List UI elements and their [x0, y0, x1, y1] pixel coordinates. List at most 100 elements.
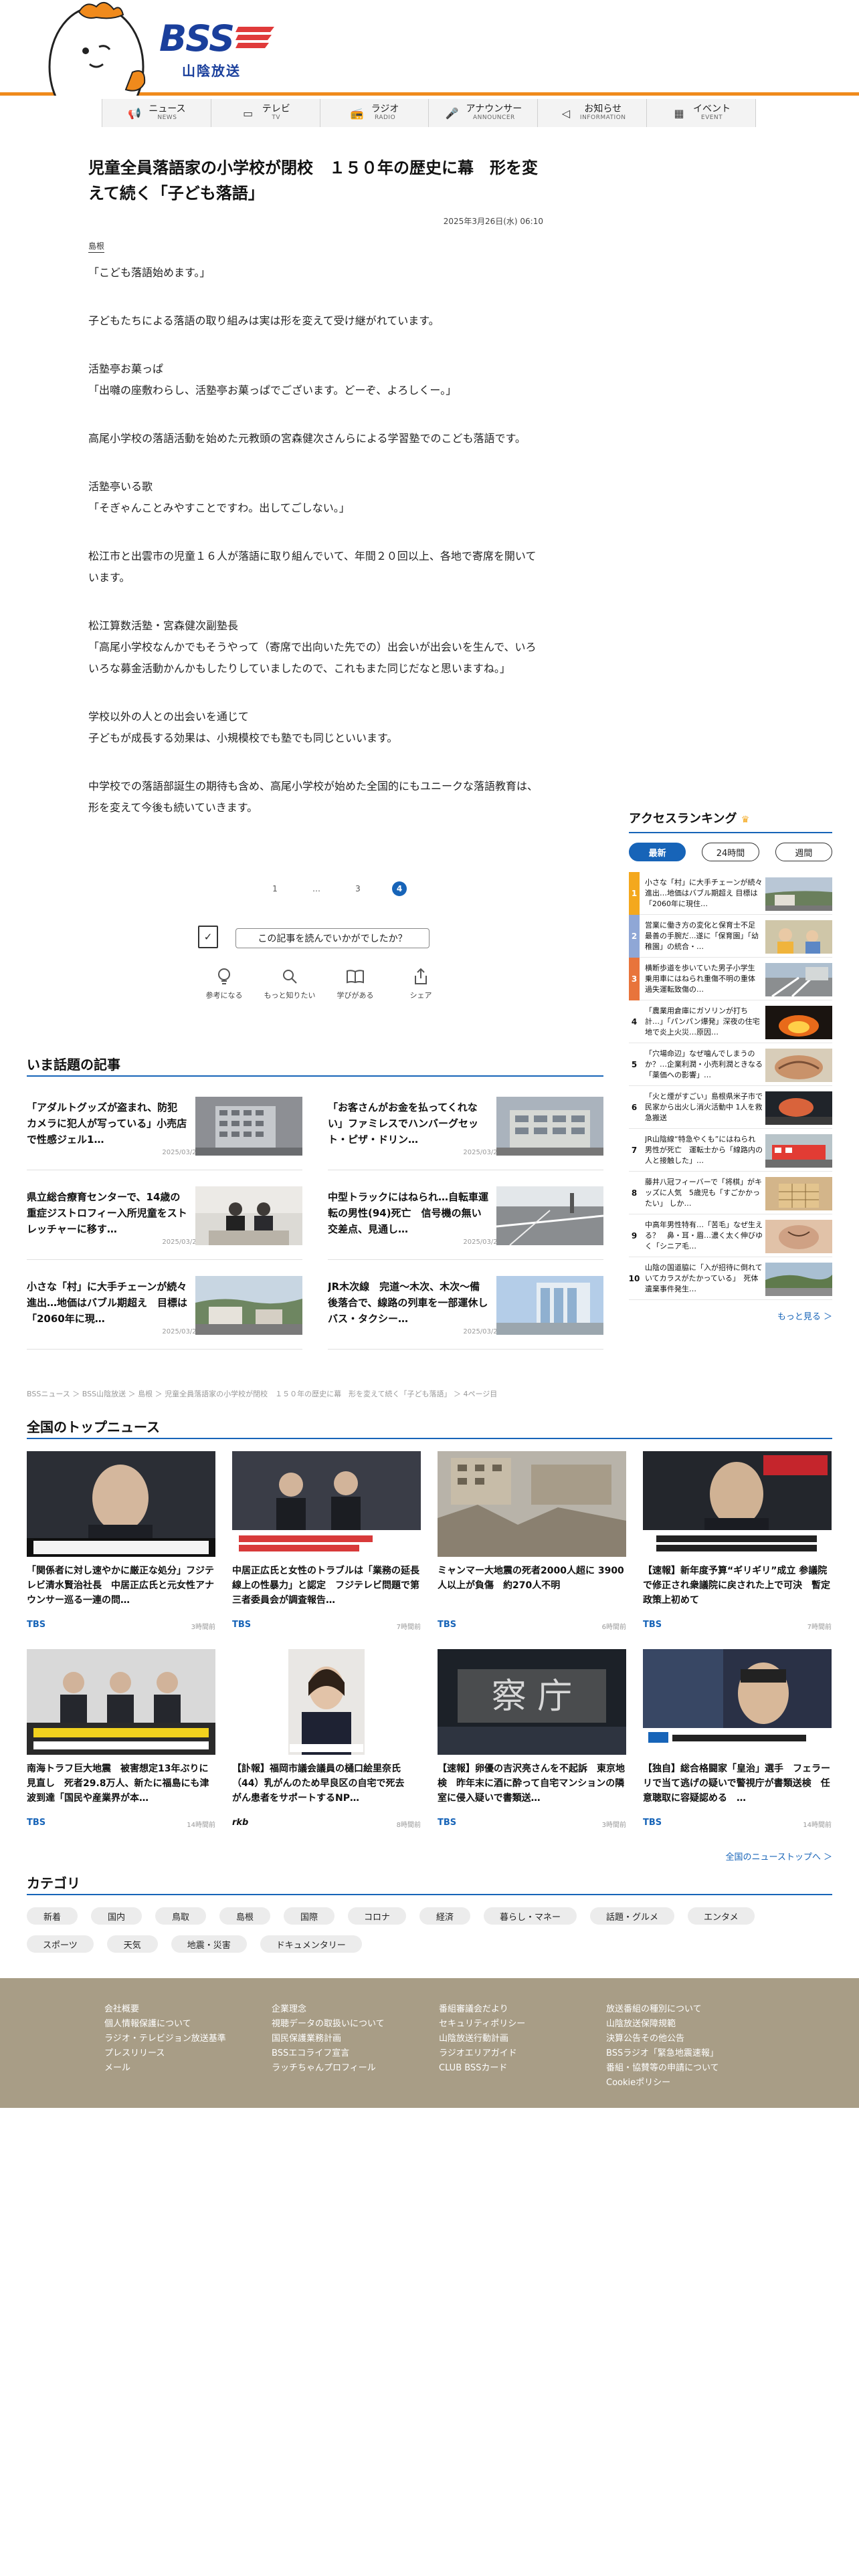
footer-link[interactable]: 山陰放送行動計画	[439, 2032, 525, 2046]
breadcrumb[interactable]: BSSニュース ＞ BSS山陰放送 ＞ 島根 ＞ 児童全員落語家の小学校が閉校 …	[27, 1388, 497, 1399]
news-card[interactable]: 「関係者に対し速やかに厳正な処分」フジテレビ清水賢治社長 中居正広氏と元女性アナ…	[27, 1451, 215, 1645]
thumbnail-image	[438, 1451, 626, 1557]
footer-link[interactable]: 企業理念	[272, 2002, 385, 2017]
thumbnail-image	[496, 1276, 603, 1335]
category-chip[interactable]: 暮らし・マネー	[484, 1907, 577, 1925]
page-root: BSS 山陰放送 📢 ニュース NEWS ▭ テレビ TV 📻 ラジオ RADIO 🎤…	[0, 0, 859, 2576]
reaction-helpful-button[interactable]: 参考になる	[198, 967, 250, 1000]
ranking-item[interactable]: 7 JR山陰線“特急やくも”にはねられ男性が死亡 運転士から「線路内の人と接触した…	[629, 1129, 832, 1172]
logo-stripes-icon	[235, 27, 274, 48]
trending-item[interactable]: 県立総合療育センターで、14歳の重症ジストロフィー入所児童をストレッチャーに移す…	[27, 1186, 302, 1260]
footer-link[interactable]: CLUB BSSカード	[439, 2061, 525, 2076]
tab-24h[interactable]: 24時間	[702, 843, 759, 861]
lightbulb-icon	[215, 967, 233, 986]
page-link-1[interactable]: 1	[268, 881, 282, 896]
category-chip[interactable]: 鳥取	[155, 1907, 206, 1925]
microphone-icon: 🎤	[445, 106, 459, 120]
trending-divider	[27, 1075, 603, 1077]
ranking-item[interactable]: 5 「穴場命辺」なぜ噛んでしまうのか？…企業利潤・小売利潤ときなる「薬価への影響」…	[629, 1043, 832, 1086]
ranking-item[interactable]: 6 「火と煙がすごい」島根県米子市で民家から出火し消火活動中 1人を救急搬送	[629, 1086, 832, 1129]
footer-link[interactable]: ラジオ・テレビジョン放送基準	[104, 2032, 226, 2046]
footer-link[interactable]: メール	[104, 2061, 226, 2076]
footer-link[interactable]: 会社概要	[104, 2002, 226, 2017]
thumbnail-image	[765, 1049, 832, 1082]
feedback-question: この記事を読んでいかがでしたか？	[235, 928, 430, 948]
news-card[interactable]: 【訃報】福岡市議会議員の樋口絵里奈氏（44）乳がんのため早良区の自宅で死去 がん…	[232, 1649, 421, 1843]
footer-link[interactable]: BSSラジオ「緊急地震速報」	[606, 2046, 719, 2061]
ranking-item[interactable]: 3 横断歩道を歩いていた男子小学生 乗用車にはねられ重傷不明の重体 過失運転致傷の…	[629, 958, 832, 1000]
footer-link[interactable]: Cookieポリシー	[606, 2076, 719, 2090]
ranking-item[interactable]: 2 営業に働き方の変化と保育士不足 最善の手腕だ...遂に「保育園」「幼稚園」の統…	[629, 915, 832, 958]
thumbnail-image	[765, 1134, 832, 1168]
nav-information[interactable]: ◁ お知らせ INFORMATION	[538, 99, 648, 127]
bss-logo[interactable]: BSS 山陰放送	[155, 16, 276, 83]
footer-link[interactable]: 番組・協賛等の申請について	[606, 2061, 719, 2076]
category-chip[interactable]: 島根	[219, 1907, 270, 1925]
news-card[interactable]: 察 庁 【速報】卵優の吉沢亮さんを不起訴 東京地検 昨年末に酒に酔って自宅マンシ…	[438, 1649, 626, 1843]
news-card[interactable]: 南海トラフ巨大地震 被害想定13年ぶりに見直し 死者29.8万人、新たに福島にも…	[27, 1649, 215, 1843]
article-tag[interactable]: 島根	[88, 240, 105, 253]
nav-event[interactable]: ▦ イベント EVENT	[647, 99, 756, 127]
category-chip[interactable]: スポーツ	[27, 1935, 94, 1953]
category-chip[interactable]: 地震・災害	[171, 1935, 247, 1953]
category-chip[interactable]: 国内	[91, 1907, 142, 1925]
reaction-learn-button[interactable]: 学びがある	[329, 967, 381, 1000]
footer-link[interactable]: 山陰放送保障規範	[606, 2017, 719, 2032]
footer-link[interactable]: 放送番組の種別について	[606, 2002, 719, 2017]
nav-news[interactable]: 📢 ニュース NEWS	[102, 99, 211, 127]
speaker-icon: ◁	[561, 106, 571, 120]
nav-announcer[interactable]: 🎤 アナウンサー ANNOUNCER	[429, 99, 539, 127]
footer-link[interactable]: 個人情報保護について	[104, 2017, 226, 2032]
nav-radio[interactable]: 📻 ラジオ RADIO	[320, 99, 430, 127]
ranking-item[interactable]: 9 中高年男性特有…「苦毛」なぜ生える？ 鼻・耳・眉…濃く太く伸びゆく「シニア毛…	[629, 1214, 832, 1257]
ranking-item[interactable]: 10 山陰の国道脇に「入が招待に倒れていてカラスがたかっている」 死体遺棄事件発生…	[629, 1257, 832, 1300]
thumbnail-image	[27, 1451, 215, 1557]
news-card[interactable]: 中居正広氏と女性のトラブルは「業務の延長線上の性暴力」と認定 フジテレビ問題で第…	[232, 1451, 421, 1645]
ranking-item[interactable]: 1 小さな「村」に大手チェーンが続々進出…地価はバブル期超え 目標は「2060年に…	[629, 872, 832, 915]
tab-weekly[interactable]: 週間	[775, 843, 832, 861]
footer-link[interactable]: ラッチちゃんプロフィール	[272, 2061, 385, 2076]
national-more-link[interactable]: 全国のニューストップへ ＞	[726, 1850, 832, 1862]
article-paragraph: 子どもたちによる落語の取り組みは実は形を変えて受け継がれています。	[88, 314, 440, 327]
reaction-more-button[interactable]: もっと知りたい	[264, 967, 316, 1000]
category-chip[interactable]: ドキュメンタリー	[260, 1935, 362, 1953]
article-paragraph: 高尾小学校の落語活動を始めた元教頭の宮森健次さんらによる学習塾でのこども落語です…	[88, 432, 526, 445]
footer-link[interactable]: プレスリリース	[104, 2046, 226, 2061]
footer-link[interactable]: ラジオエリアガイド	[439, 2046, 525, 2061]
footer-link[interactable]: 視聴データの取扱いについて	[272, 2017, 385, 2032]
trending-item[interactable]: 中型トラックにはねられ…自転車運転の男性(94)死亡 信号機の無い交差点、見通し…	[328, 1186, 603, 1260]
footer-link[interactable]: 番組審議会だより	[439, 2002, 525, 2017]
svg-text:察 庁: 察 庁	[492, 1677, 573, 1717]
category-chip[interactable]: 新着	[27, 1907, 78, 1925]
category-chip[interactable]: コロナ	[348, 1907, 407, 1925]
news-card[interactable]: ミャンマー大地震の死者2000人超に 3900人以上が負傷 約270人不明 TB…	[438, 1451, 626, 1645]
trending-item[interactable]: 小さな「村」に大手チェーンが続々進出…地価はバブル期超え 目標は「2060年に現…	[27, 1276, 302, 1350]
ranking-more-link[interactable]: もっと見る ＞	[629, 1309, 832, 1322]
site-footer: 会社概要 個人情報保護について ラジオ・テレビジョン放送基準 プレスリリース メ…	[0, 1978, 859, 2108]
article: 児童全員落語家の小学校が閉校 １５０年の歴史に幕 形を変えて続く「子ども落語」 …	[88, 155, 543, 845]
tv-icon: ▭	[243, 106, 254, 120]
tab-latest[interactable]: 最新	[629, 843, 686, 861]
trending-item[interactable]: JR木次線 完道～木次、木次～備後落合で、線路の列車を一部運休しバス・タクシー……	[328, 1276, 603, 1350]
category-chip[interactable]: 話題・グルメ	[590, 1907, 675, 1925]
trending-item[interactable]: 「お客さんがお金を払ってくれない」ファミレスでハンバーグセット・ピザ・ドリン… …	[328, 1097, 603, 1170]
news-card[interactable]: 【速報】新年度予算“ギリギリ”成立 参議院で修正され衆議院に戻された上で可決 暫…	[643, 1451, 832, 1645]
category-chip[interactable]: 経済	[419, 1907, 471, 1925]
footer-link[interactable]: BSSエコライフ宣言	[272, 2046, 385, 2061]
category-chip[interactable]: 国際	[284, 1907, 335, 1925]
trending-item[interactable]: 「アダルトグッズが盗まれ、防犯カメラに犯人が写っている」小売店で性感ジェル1… …	[27, 1097, 302, 1170]
category-chip[interactable]: エンタメ	[688, 1907, 755, 1925]
ranking-item[interactable]: 4 「農業用倉庫にガソリンが打ち計…」「パンパン爆発」深夜の住宅地で炎上火災…原因…	[629, 1000, 832, 1043]
category-divider	[27, 1894, 832, 1895]
ranking-item[interactable]: 8 藤井八冠フィーバーで「将棋」がキッズに人気 5歳児も「すごかかったい」 しか…	[629, 1172, 832, 1214]
article-paragraph: 活塾亭お菓っぱ 「出囃の座敷わらし、活塾亭お菓っぱでございます。どーぞ、よろしく…	[88, 362, 457, 397]
category-chip[interactable]: 天気	[106, 1935, 158, 1953]
footer-link[interactable]: セキュリティポリシー	[439, 2017, 525, 2032]
thumbnail-image	[765, 963, 832, 996]
page-link-3[interactable]: 3	[351, 881, 365, 896]
reaction-share-button[interactable]: シェア	[395, 967, 447, 1000]
nav-tv[interactable]: ▭ テレビ TV	[211, 99, 320, 127]
footer-link[interactable]: 決算公告その他公告	[606, 2032, 719, 2046]
news-card[interactable]: 【独自】総合格闘家「皇治」選手 フェラーリで当て逃げの疑いで警視庁が書類送検 任…	[643, 1649, 832, 1843]
footer-link[interactable]: 国民保護業務計画	[272, 2032, 385, 2046]
